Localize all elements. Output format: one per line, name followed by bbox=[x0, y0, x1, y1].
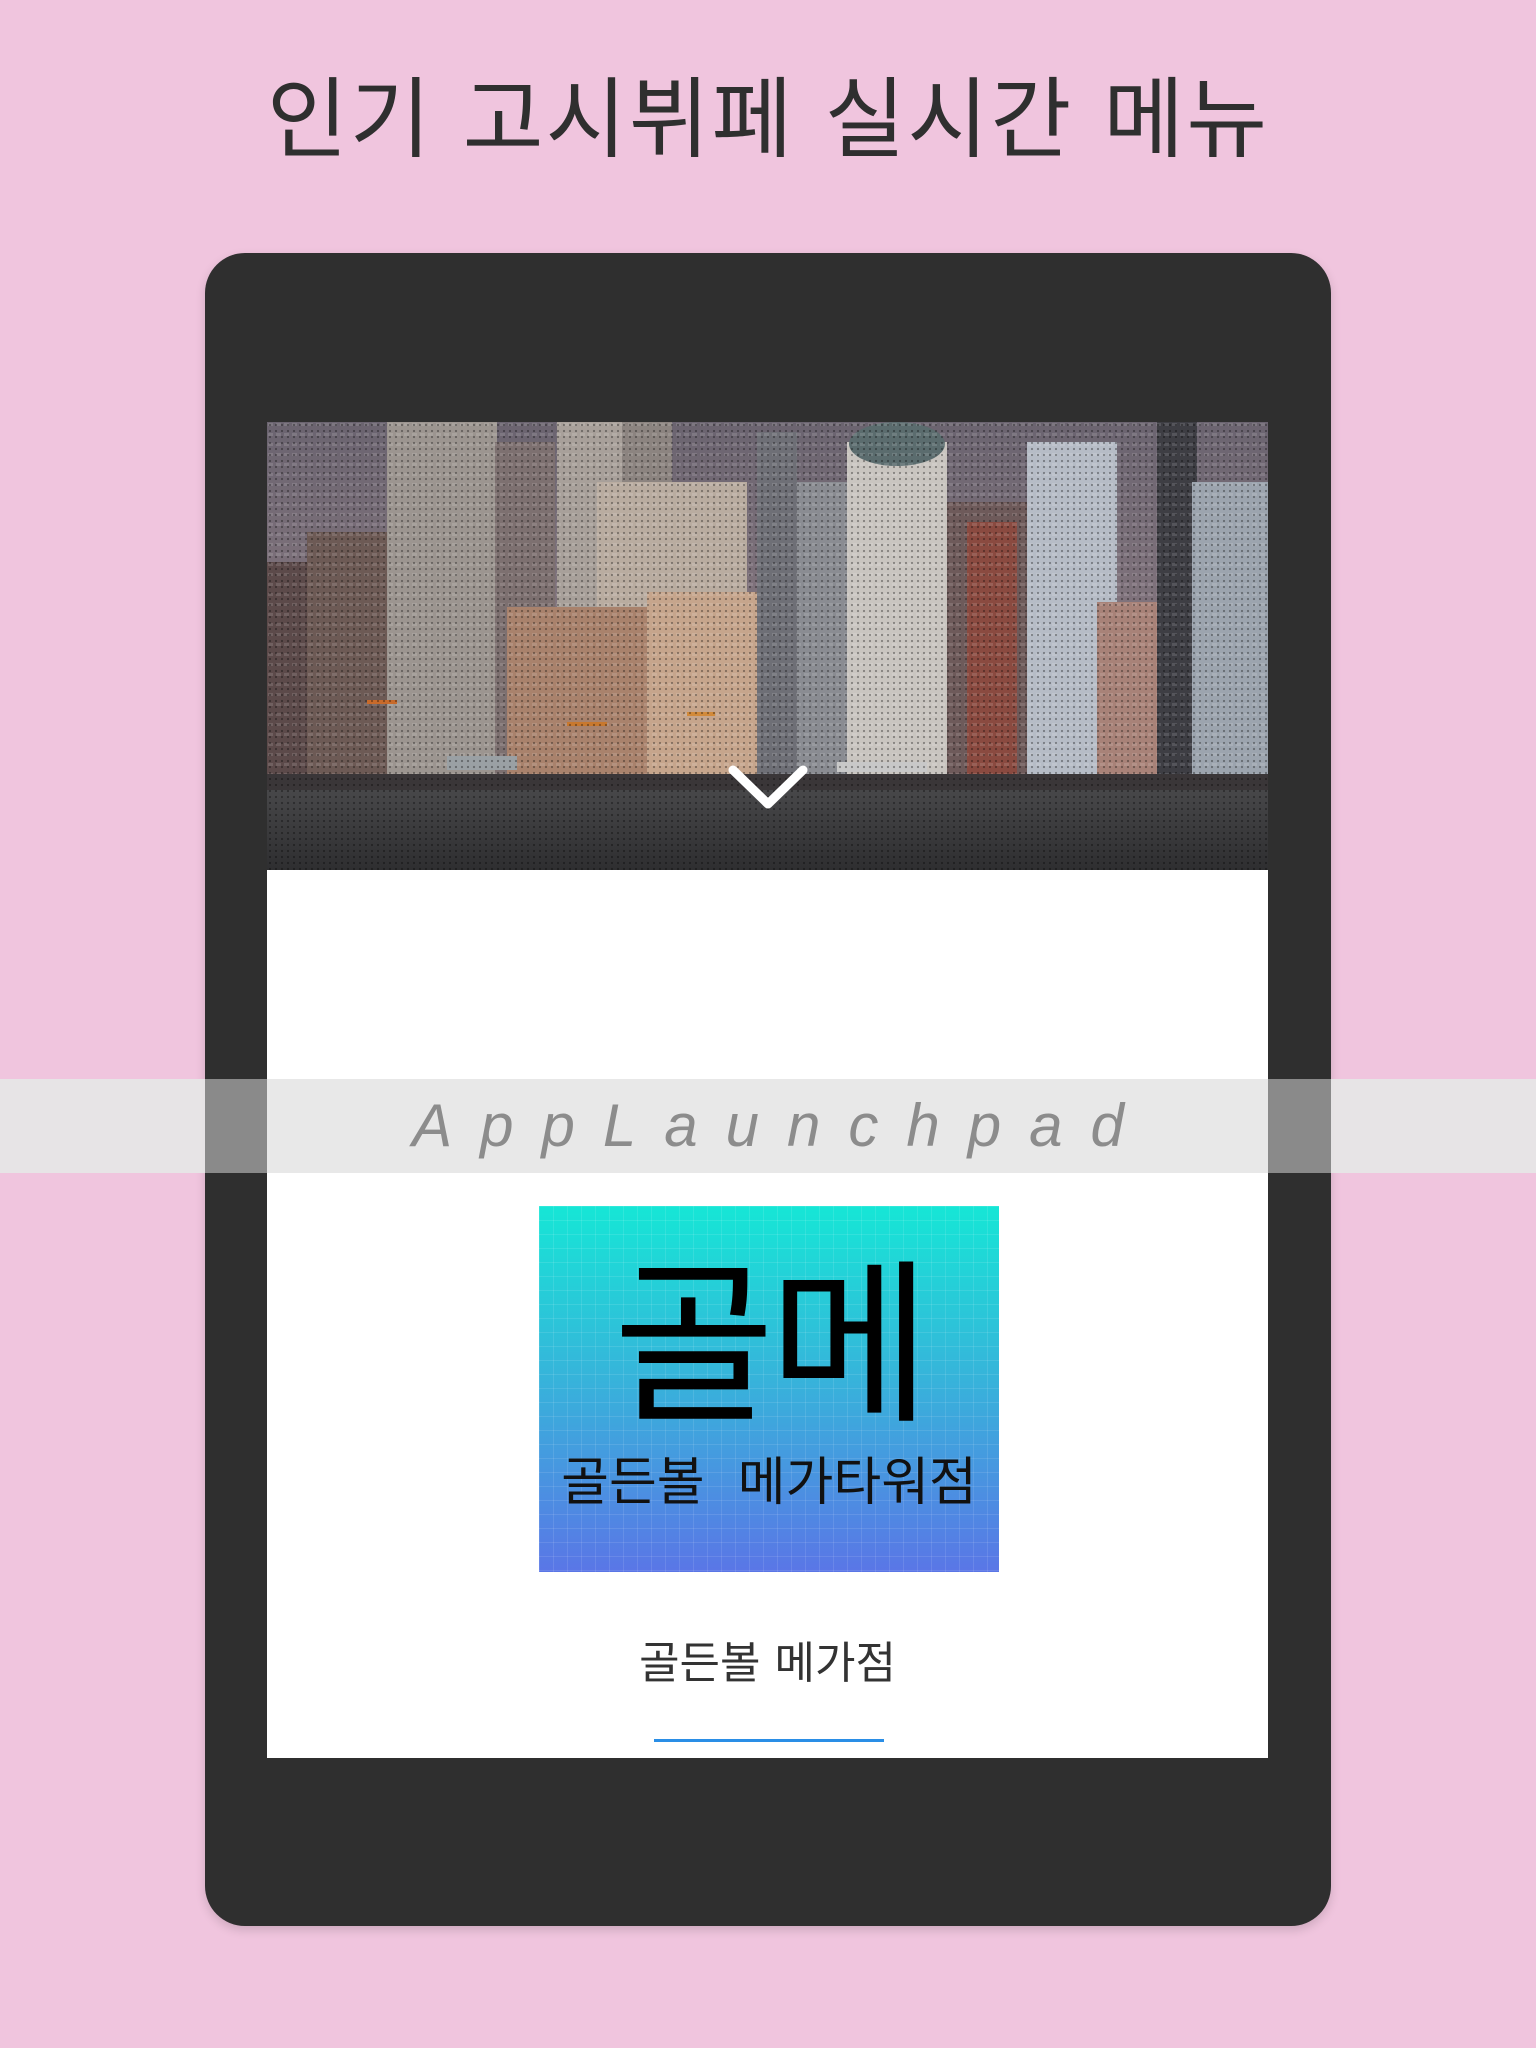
selected-underline bbox=[654, 1739, 884, 1742]
chevron-down-icon[interactable] bbox=[727, 764, 809, 814]
watermark-banner: AppLaunchpad bbox=[0, 1079, 1536, 1173]
logo-subtitle: 골든볼 메가타워점 bbox=[561, 1453, 977, 1513]
logo-title: 골메 bbox=[613, 1244, 931, 1449]
hero-image bbox=[267, 422, 1268, 870]
promo-headline: 인기 고시뷔페 실시간 메뉴 bbox=[266, 68, 1270, 171]
watermark-text: AppLaunchpad bbox=[412, 1092, 1152, 1159]
store-name-label[interactable]: 골든볼 메가점 bbox=[267, 1634, 1268, 1694]
store-logo: 골메 골든볼 메가타워점 bbox=[539, 1206, 999, 1572]
